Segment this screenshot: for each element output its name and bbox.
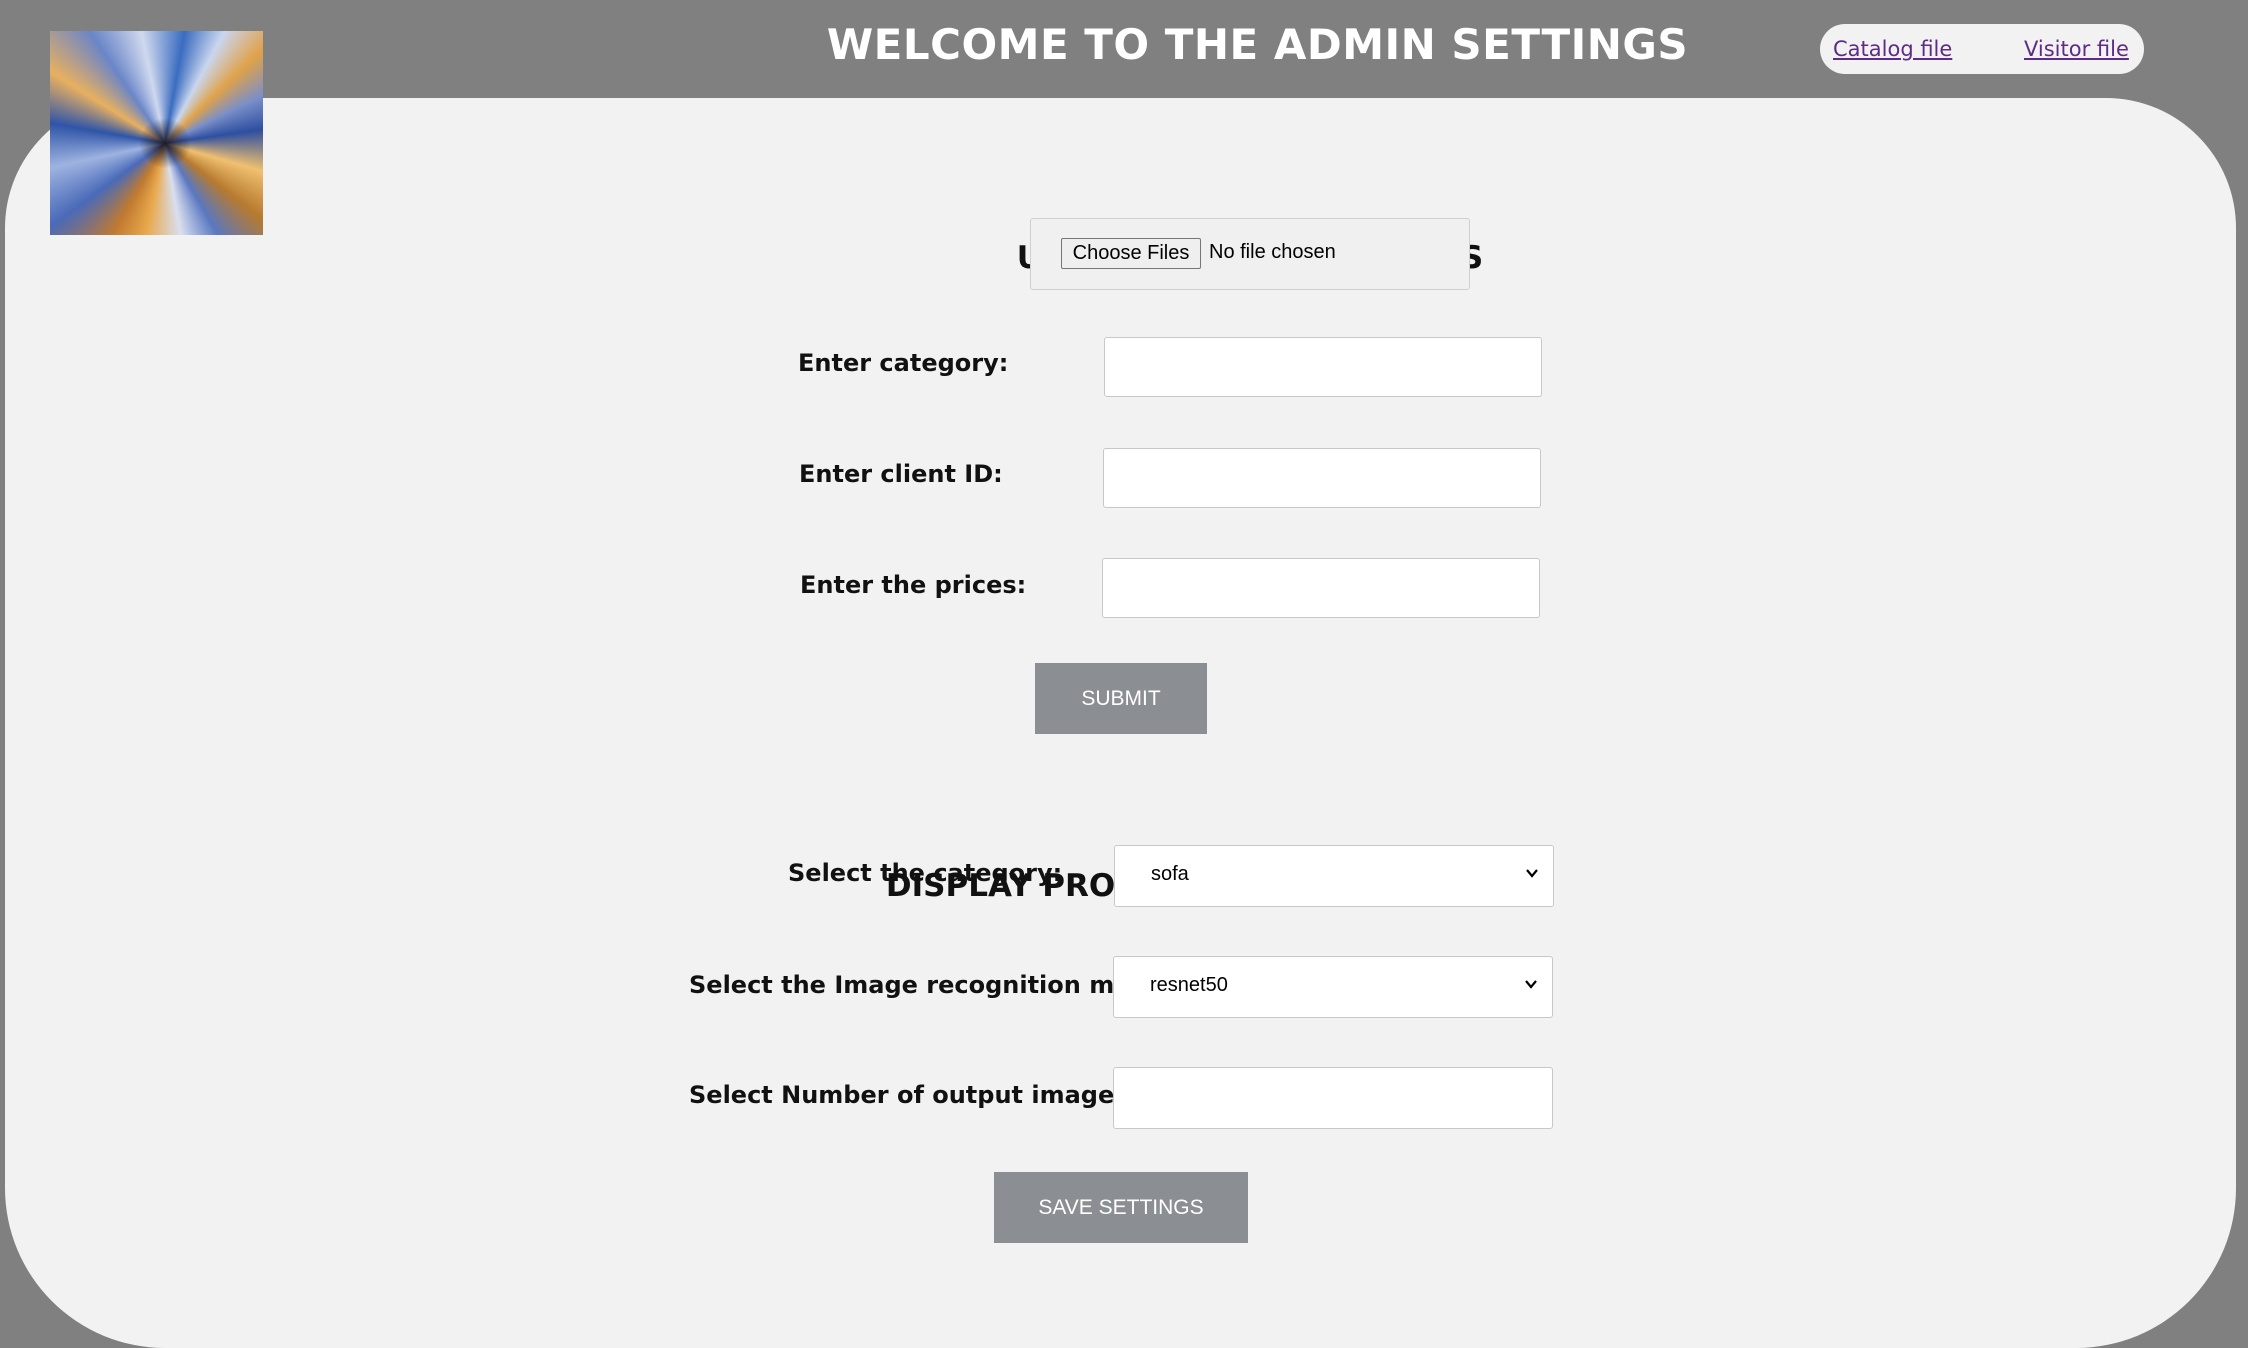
client-id-label: Enter client ID: bbox=[799, 460, 1003, 488]
category-select[interactable]: sofa bbox=[1114, 845, 1554, 907]
submit-button[interactable]: SUBMIT bbox=[1035, 663, 1207, 734]
chevron-down-icon bbox=[1526, 869, 1538, 878]
model-select[interactable]: resnet50 bbox=[1113, 956, 1553, 1018]
logo-image bbox=[50, 31, 263, 235]
category-label: Enter category: bbox=[798, 349, 1009, 377]
output-count-input[interactable] bbox=[1113, 1067, 1553, 1129]
model-select-value: resnet50 bbox=[1150, 974, 1228, 996]
file-status-text: No file chosen bbox=[1209, 241, 1336, 263]
prices-input[interactable] bbox=[1102, 558, 1540, 618]
category-select-value: sofa bbox=[1151, 863, 1189, 885]
save-settings-button[interactable]: SAVE SETTINGS bbox=[994, 1172, 1248, 1243]
top-nav: Catalog file Visitor file bbox=[1820, 24, 2144, 74]
file-upload-box: Choose Files No file chosen bbox=[1030, 218, 1470, 290]
output-count-label: Select Number of output images: bbox=[689, 1081, 1139, 1109]
catalog-file-link[interactable]: Catalog file bbox=[1833, 37, 1952, 61]
select-category-label: Select the category: bbox=[788, 859, 1063, 887]
visitor-file-link[interactable]: Visitor file bbox=[2024, 37, 2129, 61]
prices-label: Enter the prices: bbox=[800, 571, 1027, 599]
client-id-input[interactable] bbox=[1103, 448, 1541, 508]
choose-files-button[interactable]: Choose Files bbox=[1061, 238, 1201, 269]
chevron-down-icon bbox=[1525, 980, 1537, 989]
select-model-label: Select the Image recognition model: bbox=[689, 971, 1182, 999]
category-input[interactable] bbox=[1104, 337, 1542, 397]
